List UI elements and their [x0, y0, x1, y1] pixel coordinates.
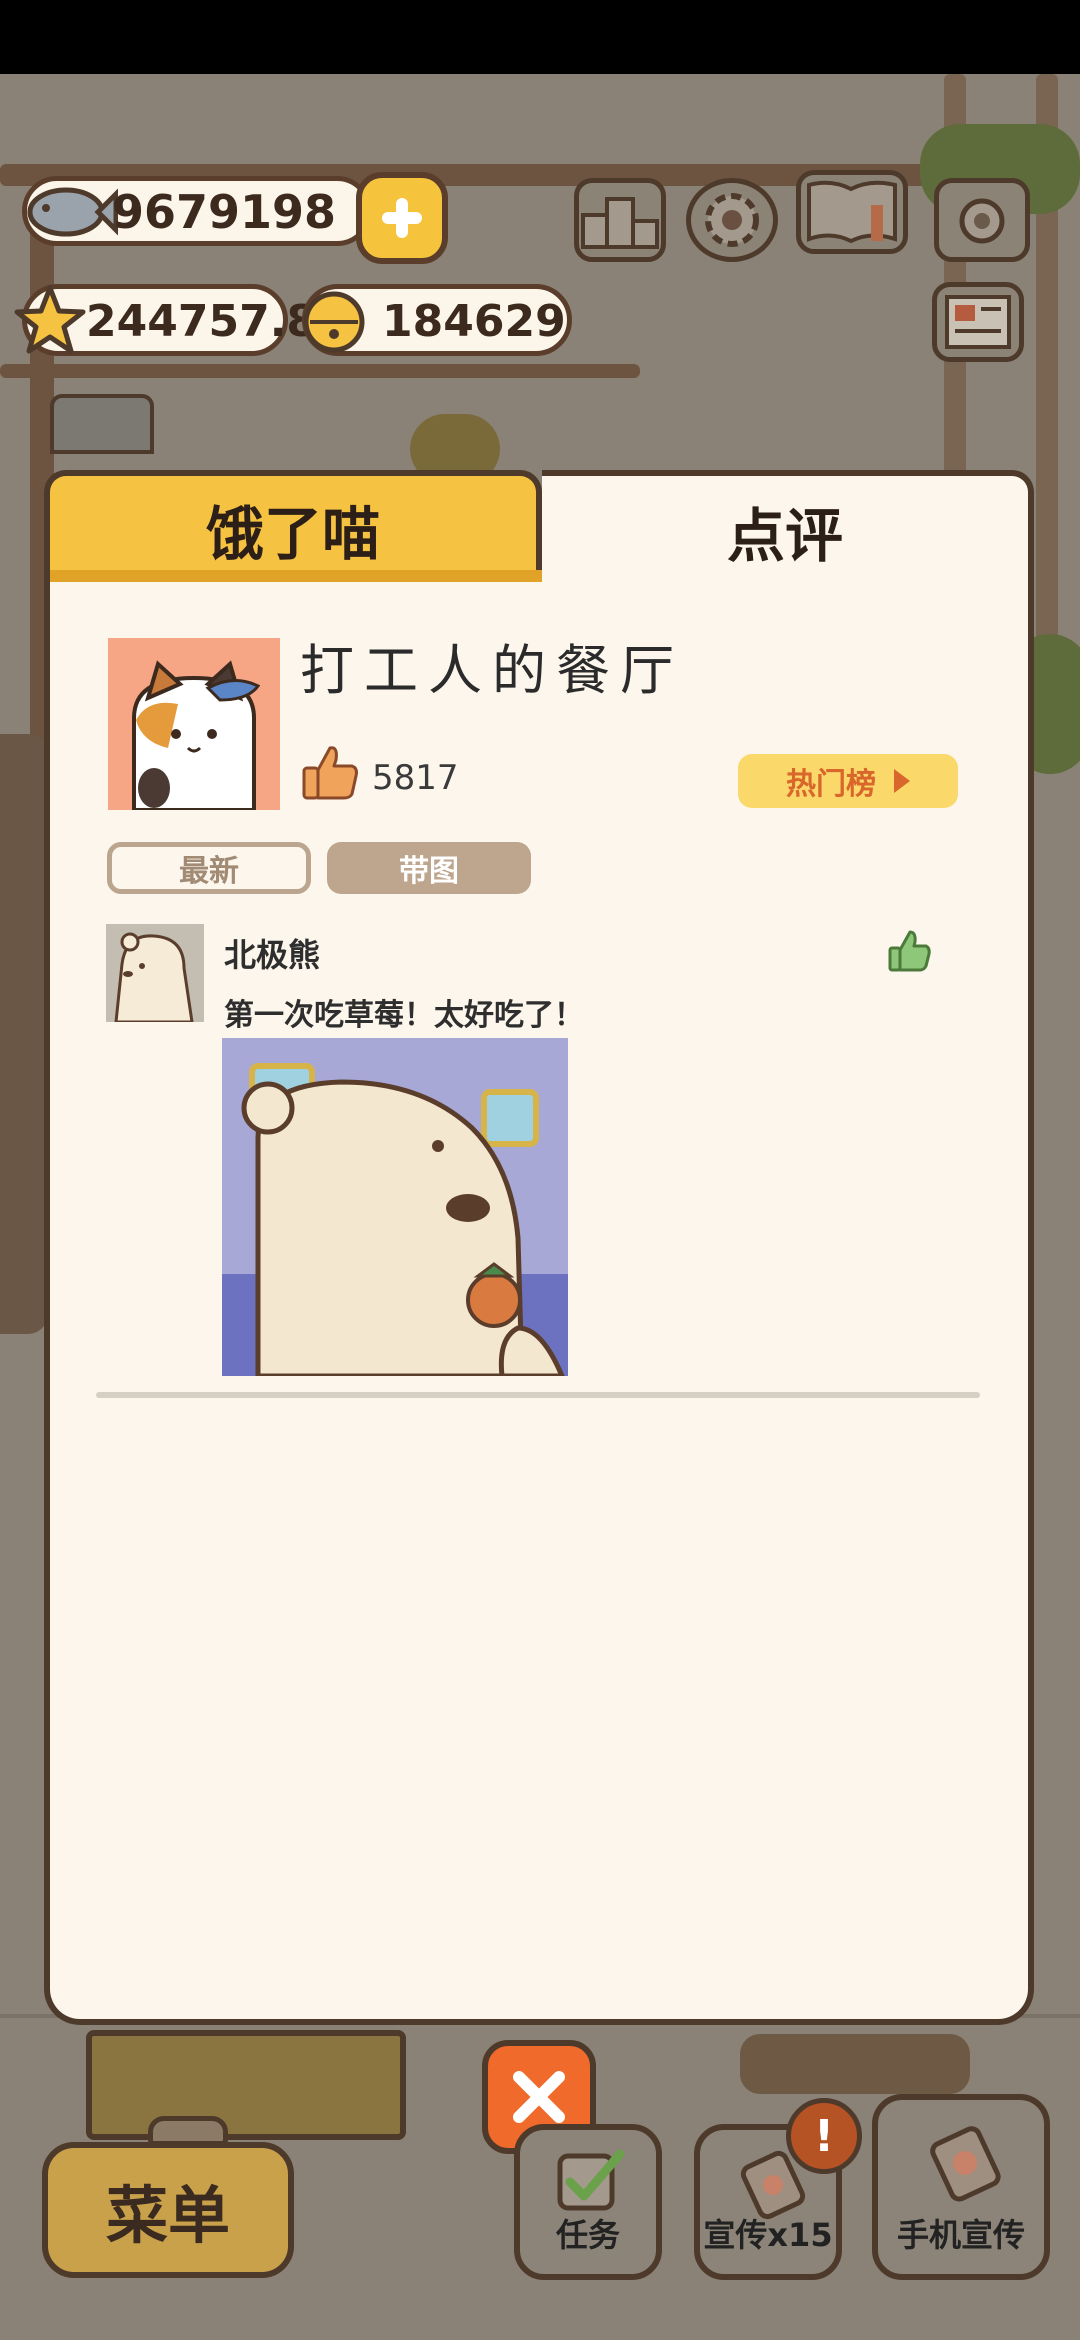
fish-count: 9679198 — [112, 185, 337, 239]
newspaper-button[interactable] — [932, 282, 1024, 362]
tab-ele-me-label: 饿了喵 — [205, 500, 380, 568]
review-photo[interactable] — [222, 1038, 568, 1376]
star-count: 244757.8 — [86, 296, 318, 347]
camera-button[interactable] — [934, 178, 1030, 262]
tab-reviews-label: 点评 — [726, 502, 843, 570]
promo-label: 宣传x15 — [703, 2216, 833, 2254]
checkbox-icon — [557, 2149, 625, 2211]
shop-icon — [50, 394, 154, 454]
tasks-button[interactable]: 任务 — [514, 2124, 662, 2280]
counter — [86, 2030, 406, 2140]
add-fish-button[interactable] — [356, 172, 448, 264]
filter-with-image[interactable]: 带图 — [327, 842, 531, 894]
menu-label: 菜单 — [105, 2179, 230, 2252]
hot-list-button[interactable]: 热门榜 — [738, 754, 958, 808]
filter-newest[interactable]: 最新 — [107, 842, 311, 894]
bell-icon — [303, 291, 365, 353]
review-text: 第一次吃草莓！太好吃了！ — [224, 998, 584, 1033]
reviewer-name: 北极熊 — [224, 936, 321, 974]
divider — [96, 1392, 980, 1398]
status-bar — [0, 0, 1080, 74]
review-like-icon[interactable] — [888, 928, 932, 972]
hot-list-label: 热门榜 — [786, 767, 876, 802]
cat-book-button[interactable] — [796, 170, 908, 254]
newspaper-icon — [945, 295, 1011, 349]
leaderboard-icon — [581, 197, 659, 249]
tasks-label: 任务 — [555, 2216, 620, 2254]
fish-icon — [27, 187, 118, 237]
wood-beam — [0, 364, 640, 378]
phone-promo-label: 手机宣传 — [896, 2216, 1025, 2254]
restaurant-avatar — [108, 638, 280, 810]
reviewer-avatar — [106, 924, 204, 1022]
notification-badge: ! — [786, 2098, 862, 2174]
settings-button[interactable] — [686, 178, 778, 262]
arrow-right-icon — [894, 769, 910, 793]
bell-count: 184629 — [382, 296, 566, 347]
easel — [740, 2034, 970, 2094]
menu-button[interactable]: 菜单 — [42, 2142, 294, 2278]
camera-icon — [959, 198, 1005, 244]
restaurant-name: 打工人的餐厅 — [300, 639, 684, 702]
phone-promo-button[interactable]: 手机宣传 — [872, 2094, 1050, 2280]
tab-reviews[interactable]: 点评 — [542, 470, 1034, 586]
star-icon — [14, 285, 86, 354]
book-icon — [807, 180, 897, 244]
likes-count: 5817 — [372, 758, 459, 798]
phone-promo-icon — [930, 2126, 1001, 2202]
gear-icon — [705, 193, 759, 247]
close-icon — [513, 2071, 565, 2123]
leaderboard-button[interactable] — [574, 178, 666, 262]
thumbs-up-icon — [302, 746, 358, 800]
cabinet — [0, 734, 48, 1334]
tab-ele-me[interactable]: 饿了喵 — [44, 470, 542, 582]
